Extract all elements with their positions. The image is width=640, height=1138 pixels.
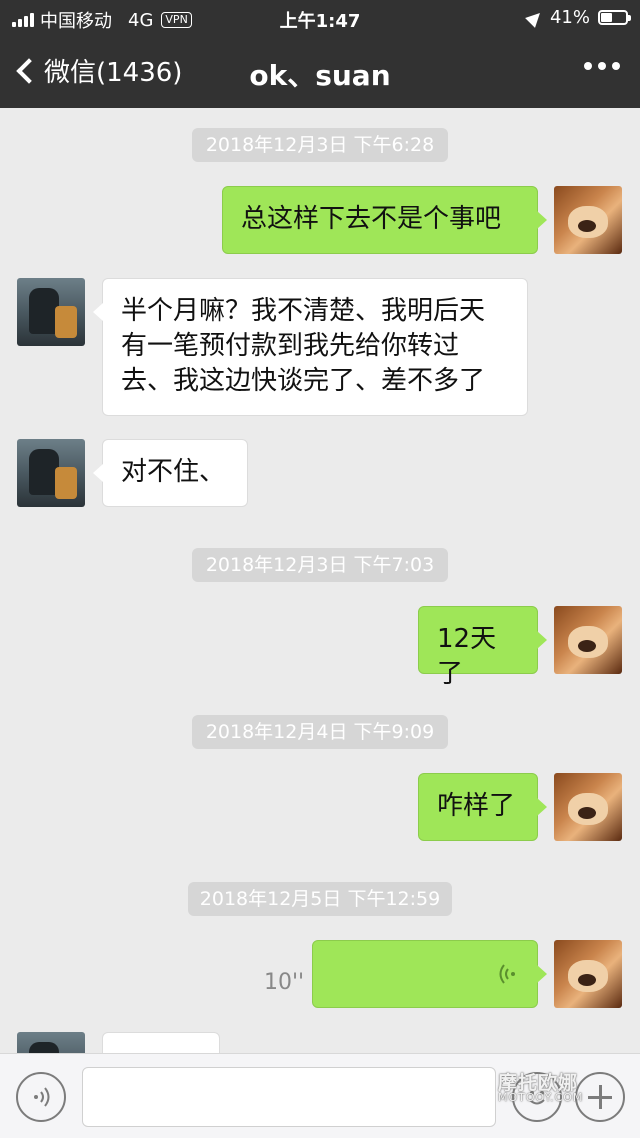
more-dot-icon — [584, 62, 592, 70]
voice-duration: 10'' — [264, 970, 305, 995]
contact-avatar[interactable] — [17, 1032, 85, 1053]
my-avatar[interactable] — [554, 606, 622, 674]
voice-wave-icon — [34, 1087, 50, 1107]
message-received[interactable] — [102, 1032, 220, 1053]
more-options-button[interactable] — [584, 62, 620, 70]
message-sent[interactable]: 12天了 — [418, 606, 547, 689]
contact-avatar[interactable] — [17, 278, 85, 346]
message-received[interactable]: 半个月嘛？我不清楚、我明后天有一笔预付款到我先给你转过去、我这边快谈完了、差不多… — [93, 278, 528, 416]
timestamp: 2018年12月4日 下午9:09 — [192, 715, 448, 749]
message-sent[interactable]: 总这样下去不是个事吧 — [222, 186, 547, 254]
plus-icon — [599, 1085, 602, 1109]
battery-percent: 41% — [549, 7, 590, 28]
voice-wave-icon — [499, 964, 515, 984]
voice-message[interactable] — [312, 940, 547, 1008]
chat-area[interactable]: 2018年12月3日 下午6:28 总这样下去不是个事吧 半个月嘛？我不清楚、我… — [0, 108, 640, 1053]
battery-fill — [601, 13, 612, 22]
timestamp: 2018年12月5日 下午12:59 — [188, 882, 452, 916]
my-avatar[interactable] — [554, 773, 622, 841]
watermark-logo: 摩托欧娜 MOTOOY.COM — [498, 1068, 583, 1104]
message-sent[interactable]: 咋样了 — [418, 773, 547, 841]
location-icon — [525, 7, 545, 28]
voice-input-button[interactable] — [16, 1072, 66, 1122]
my-avatar[interactable] — [554, 940, 622, 1008]
more-dot-icon — [598, 62, 606, 70]
more-dot-icon — [612, 62, 620, 70]
timestamp: 2018年12月3日 下午7:03 — [192, 548, 448, 582]
status-right: 41% — [525, 7, 631, 28]
battery-icon — [598, 10, 631, 25]
my-avatar[interactable] — [554, 186, 622, 254]
status-bar: 中国移动 4G VPN 上午1:47 41% — [0, 0, 640, 36]
watermark-subtext: MOTOOY.COM — [498, 1091, 584, 1104]
contact-avatar[interactable] — [17, 439, 85, 507]
message-received[interactable]: 对不住、 — [93, 439, 248, 507]
message-input[interactable] — [82, 1067, 496, 1127]
navigation-bar: 微信(1436) ok、suan — [0, 36, 640, 108]
timestamp: 2018年12月3日 下午6:28 — [192, 128, 448, 162]
chat-title: ok、suan — [249, 59, 391, 92]
input-bar: 摩托欧娜 MOTOOY.COM — [0, 1053, 640, 1138]
